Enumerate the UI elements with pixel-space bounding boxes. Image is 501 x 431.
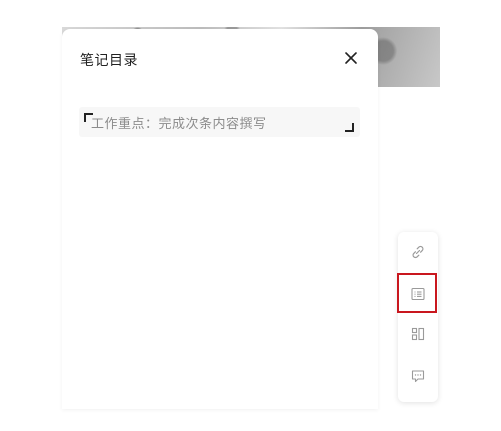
- layout-button[interactable]: [398, 316, 438, 352]
- link-button[interactable]: [398, 234, 438, 270]
- panel-title: 笔记目录: [80, 53, 138, 69]
- toc-item-label: 工作重点：完成次条内容撰写: [91, 117, 267, 132]
- layout-icon: [411, 327, 425, 341]
- side-toolbar: [398, 232, 438, 402]
- toc-item[interactable]: 工作重点：完成次条内容撰写: [79, 107, 360, 137]
- highlight-frame: [397, 273, 437, 313]
- corner-bracket-close: [345, 123, 354, 132]
- comment-button[interactable]: [398, 358, 438, 394]
- comment-icon: [411, 370, 425, 383]
- close-button[interactable]: [342, 49, 360, 67]
- link-icon: [412, 245, 424, 259]
- notes-outline-panel: 笔记目录 工作重点：完成次条内容撰写: [62, 29, 378, 409]
- close-icon: [345, 52, 357, 64]
